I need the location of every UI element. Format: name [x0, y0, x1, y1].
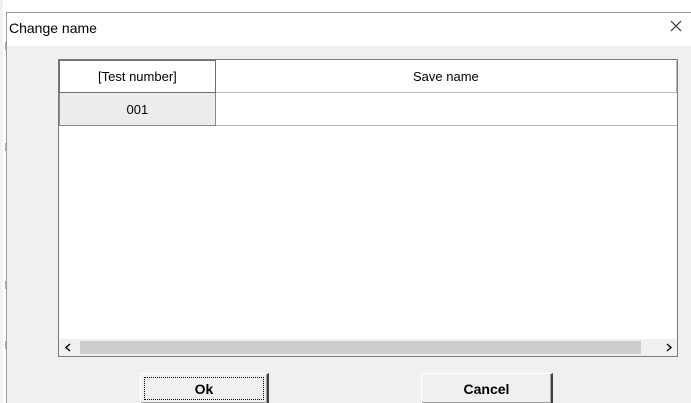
save-name-cell[interactable]	[214, 92, 677, 126]
screen: Change name [Test number] Save name 001 …	[0, 0, 691, 403]
table-header-row: [Test number] Save name	[59, 60, 677, 93]
scroll-thumb[interactable]	[80, 341, 641, 354]
background-window-edge	[0, 0, 3, 403]
name-table: [Test number] Save name 001	[59, 60, 677, 126]
dialog-title: Change name	[9, 20, 97, 36]
scroll-right-button[interactable]	[660, 339, 677, 356]
cancel-button[interactable]: Cancel	[421, 373, 553, 403]
arrow-left-icon	[64, 339, 72, 357]
close-icon	[670, 19, 682, 37]
close-button[interactable]	[665, 17, 687, 39]
arrow-right-icon	[665, 339, 673, 357]
cancel-button-label: Cancel	[463, 380, 510, 397]
ok-button[interactable]: Ok	[140, 373, 269, 403]
column-header-save-name[interactable]: Save name	[215, 60, 677, 93]
table-row[interactable]: 001	[59, 92, 677, 126]
horizontal-scrollbar[interactable]	[59, 339, 677, 356]
column-header-test-number[interactable]: [Test number]	[59, 60, 216, 93]
test-number-cell[interactable]: 001	[59, 92, 216, 126]
focus-rectangle	[144, 377, 264, 400]
change-name-dialog: Change name [Test number] Save name 001 …	[6, 12, 691, 403]
scroll-left-button[interactable]	[59, 339, 76, 356]
name-grid[interactable]: [Test number] Save name 001	[58, 59, 678, 357]
dialog-titlebar[interactable]: Change name	[7, 13, 691, 46]
